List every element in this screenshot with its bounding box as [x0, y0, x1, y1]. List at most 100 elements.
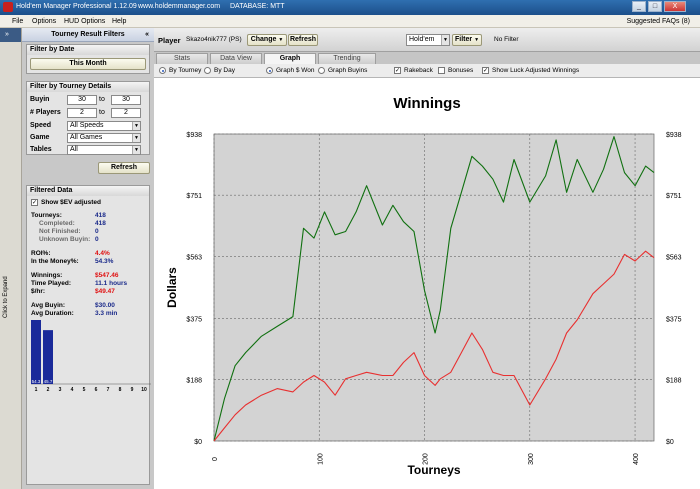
game-type-value: Hold'em: [409, 36, 435, 43]
refresh-player-button[interactable]: Refresh: [288, 34, 318, 46]
itm-value: 54.3%: [95, 258, 114, 265]
not-finished-label: Not Finished:: [39, 228, 81, 235]
menu-file[interactable]: File: [12, 18, 23, 25]
title-bar: Hold'em Manager Professional 1.12.09 www…: [0, 0, 700, 15]
tourneys-value: 418: [95, 212, 106, 219]
completed-label: Completed:: [39, 220, 75, 227]
hourly-label: $/hr:: [31, 288, 46, 295]
filter-panel-header: Tourney Result Filters «: [22, 28, 154, 42]
y-tick-label-right: $375: [666, 316, 682, 323]
change-player-button[interactable]: Change ▼: [247, 34, 287, 46]
histogram-bar: [43, 330, 53, 384]
tab-graph[interactable]: Graph: [264, 53, 316, 64]
speed-select[interactable]: All Speeds ▼: [67, 121, 141, 131]
filter-by-date-group: Filter by Date This Month: [26, 44, 150, 74]
avg-duration-value: 3.3 min: [95, 310, 118, 317]
buyin-to-input[interactable]: 30: [111, 95, 141, 105]
y-axis-label: Dollars: [165, 267, 179, 308]
tab-data-view[interactable]: Data View: [210, 53, 262, 64]
speed-label: Speed: [30, 122, 52, 129]
ev-adjusted-label: Show $EV adjusted: [41, 199, 101, 206]
minimize-button[interactable]: _: [632, 1, 646, 12]
expand-sidebar-strip[interactable]: » Click to Expand: [0, 28, 22, 489]
tables-label: Tables: [30, 146, 52, 153]
histogram-bar-label: 45.7: [44, 379, 53, 384]
maximize-button[interactable]: □: [648, 1, 662, 12]
x-tick-label: 0: [212, 457, 219, 461]
player-name: Skazo4nik777 (PS): [186, 36, 242, 43]
bonuses-checkbox[interactable]: [438, 67, 445, 74]
x-tick-label: 100: [317, 453, 324, 465]
close-button[interactable]: X: [664, 1, 686, 12]
graph-won-radio[interactable]: [266, 67, 273, 74]
histogram-x-label: 5: [83, 387, 86, 393]
players-from-input[interactable]: 2: [67, 108, 97, 118]
refresh-filters-button[interactable]: Refresh: [98, 162, 150, 174]
tab-stats[interactable]: Stats: [156, 53, 208, 64]
chevron-down-icon[interactable]: ▼: [441, 35, 449, 45]
histogram-bar: [31, 320, 41, 384]
y-tick-label-right: $0: [666, 439, 674, 446]
chevron-down-icon[interactable]: ▼: [132, 134, 140, 142]
game-type-select[interactable]: Hold'em ▼: [406, 34, 450, 46]
luck-adjusted-checkbox[interactable]: ✓: [482, 67, 489, 74]
avg-duration-label: Avg Duration:: [31, 310, 74, 317]
rakeback-checkbox[interactable]: ✓: [394, 67, 401, 74]
y-tick-label-right: $188: [666, 377, 682, 384]
winnings-chart: Winnings $0 $0 $188 $188 $375 $375 $563 $563 $751…: [165, 95, 682, 477]
histogram-x-label: 6: [95, 387, 98, 393]
expand-arrow-icon[interactable]: »: [5, 31, 9, 38]
hourly-value: $49.47: [95, 288, 115, 295]
histogram-x-label: 9: [131, 387, 134, 393]
y-tick-label-left: $563: [186, 255, 202, 262]
luck-adjusted-label: Show Luck Adjusted Winnings: [492, 67, 580, 74]
filter-by-tourney-heading: Filter by Tourney Details: [27, 82, 149, 92]
histogram-x-label: 1: [35, 387, 38, 393]
filter-panel: Tourney Result Filters « Filter by Date …: [22, 28, 154, 489]
y-tick-label-right: $563: [666, 255, 682, 262]
chart-title: Winnings: [393, 95, 460, 112]
website-url: www.holdemmanager.com: [138, 3, 221, 10]
filter-label: Filter: [454, 36, 473, 43]
no-filter-label: No Filter: [494, 36, 519, 43]
graph-options-bar: By Tourney By Day Graph $ Won Graph Buyi…: [154, 64, 700, 78]
tables-value: All: [70, 146, 78, 153]
tables-select[interactable]: All ▼: [67, 145, 141, 155]
collapse-panel-icon[interactable]: «: [145, 28, 149, 42]
menu-hud-options[interactable]: HUD Options: [64, 18, 105, 25]
by-tourney-radio[interactable]: [159, 67, 166, 74]
filter-button[interactable]: Filter ▼: [452, 34, 482, 46]
plot-background: [213, 133, 655, 442]
chevron-down-icon: ▼: [278, 37, 284, 43]
window-title: Hold'em Manager Professional 1.12.09: [16, 3, 137, 10]
player-bar: Player Skazo4nik777 (PS) Change ▼ Refres…: [154, 28, 700, 52]
histogram-x-label: 10: [141, 387, 147, 393]
by-day-label: By Day: [214, 67, 235, 74]
chevron-down-icon[interactable]: ▼: [132, 146, 140, 154]
bonuses-label: Bonuses: [448, 67, 474, 74]
menu-help[interactable]: Help: [112, 18, 126, 25]
buyin-from-input[interactable]: 30: [67, 95, 97, 105]
avg-buyin-label: Avg Buyin:: [31, 302, 66, 309]
suggested-faqs-link[interactable]: Suggested FAQs (8): [627, 18, 690, 25]
x-axis-label: Tourneys: [407, 463, 460, 477]
winnings-value: $547.46: [95, 272, 119, 279]
graph-buyins-radio[interactable]: [318, 67, 325, 74]
tourneys-label: Tourneys:: [31, 212, 62, 219]
ev-adjusted-checkbox[interactable]: ✓: [31, 199, 38, 206]
players-to-input[interactable]: 2: [111, 108, 141, 118]
menu-bar: File Options HUD Options Help Suggested …: [0, 15, 700, 28]
menu-options[interactable]: Options: [32, 18, 56, 25]
chevron-down-icon[interactable]: ▼: [132, 122, 140, 130]
players-to-label: to: [99, 109, 105, 116]
game-select[interactable]: All Games ▼: [67, 133, 141, 143]
y-tick-label-left: $0: [194, 439, 202, 446]
not-finished-value: 0: [95, 228, 99, 235]
x-tick-label: 400: [633, 453, 640, 465]
y-tick-label-left: $375: [186, 316, 202, 323]
histogram-x-label: 4: [71, 387, 74, 393]
by-day-radio[interactable]: [204, 67, 211, 74]
this-month-button[interactable]: This Month: [30, 58, 146, 70]
tab-trending[interactable]: Trending: [318, 53, 376, 64]
app-logo-icon: [3, 2, 13, 12]
